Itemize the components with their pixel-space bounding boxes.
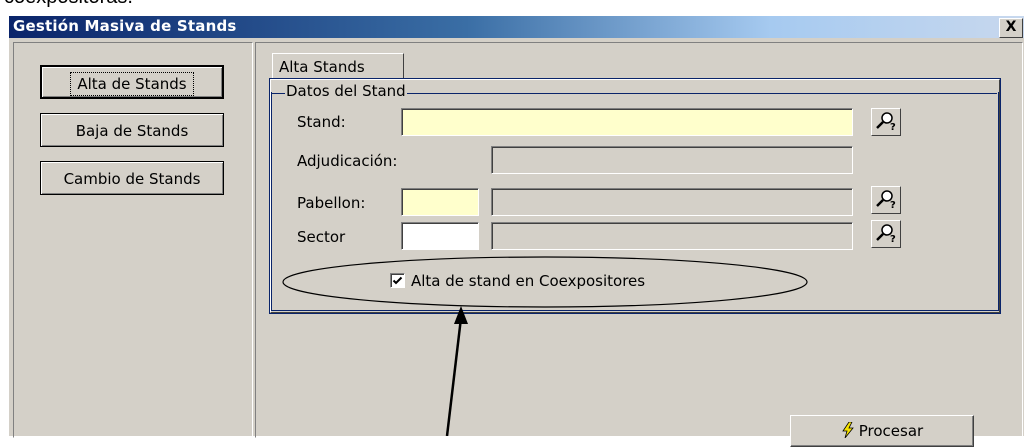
dialog-window: Gestión Masiva de Stands X Alta de Stand… (8, 16, 1024, 447)
group-title: Datos del Stand (285, 82, 407, 100)
adjudicacion-label: Adjudicación: (297, 152, 398, 170)
close-button[interactable]: X (999, 18, 1023, 38)
stand-label: Stand: (297, 113, 346, 131)
sector-label: Sector (297, 228, 346, 246)
search-help-icon: ? (876, 223, 896, 245)
main-panel: Alta Stands Datos del Stand Stand: ? Adj… (255, 42, 1023, 447)
baja-de-stands-button[interactable]: Baja de Stands (40, 113, 224, 147)
cambio-de-stands-label: Cambio de Stands (63, 170, 201, 188)
alta-de-stands-button[interactable]: Alta de Stands (40, 65, 224, 99)
stand-lookup-button[interactable]: ? (871, 108, 901, 136)
pabellon-description-input (491, 188, 853, 216)
stand-input[interactable] (401, 108, 853, 136)
search-help-icon: ? (876, 189, 896, 211)
coexpositores-checkbox[interactable] (390, 273, 405, 288)
checkmark-icon (392, 276, 403, 285)
title-bar: Gestión Masiva de Stands X (9, 16, 1024, 38)
sidebar: Alta de Stands Baja de Stands Cambio de … (13, 42, 253, 438)
sector-lookup-button[interactable]: ? (871, 220, 901, 248)
procesar-label: Procesar (858, 422, 924, 440)
window-title: Gestión Masiva de Stands (13, 17, 237, 35)
cambio-de-stands-button[interactable]: Cambio de Stands (40, 161, 224, 195)
sector-code-input[interactable] (401, 222, 479, 250)
pabellon-lookup-button[interactable]: ? (871, 186, 901, 214)
pabellon-code-input[interactable] (401, 188, 479, 216)
coexpositores-label: Alta de stand en Coexpositores (411, 272, 646, 290)
caption-text: coexpositoras. (4, 0, 133, 9)
svg-text:?: ? (890, 234, 896, 244)
search-help-icon: ? (876, 111, 896, 133)
svg-text:?: ? (890, 200, 896, 210)
pabellon-label: Pabellon: (297, 194, 366, 212)
sector-description-input (491, 222, 853, 250)
svg-text:?: ? (890, 122, 896, 132)
coexpositores-checkbox-row[interactable]: Alta de stand en Coexpositores (390, 272, 645, 290)
procesar-button[interactable]: Procesar (790, 415, 974, 447)
tab-alta-stands[interactable]: Alta Stands (272, 53, 404, 79)
close-icon: X (1005, 19, 1017, 35)
adjudicacion-input (491, 146, 853, 174)
baja-de-stands-label: Baja de Stands (75, 122, 189, 140)
alta-de-stands-label: Alta de Stands (70, 72, 194, 96)
